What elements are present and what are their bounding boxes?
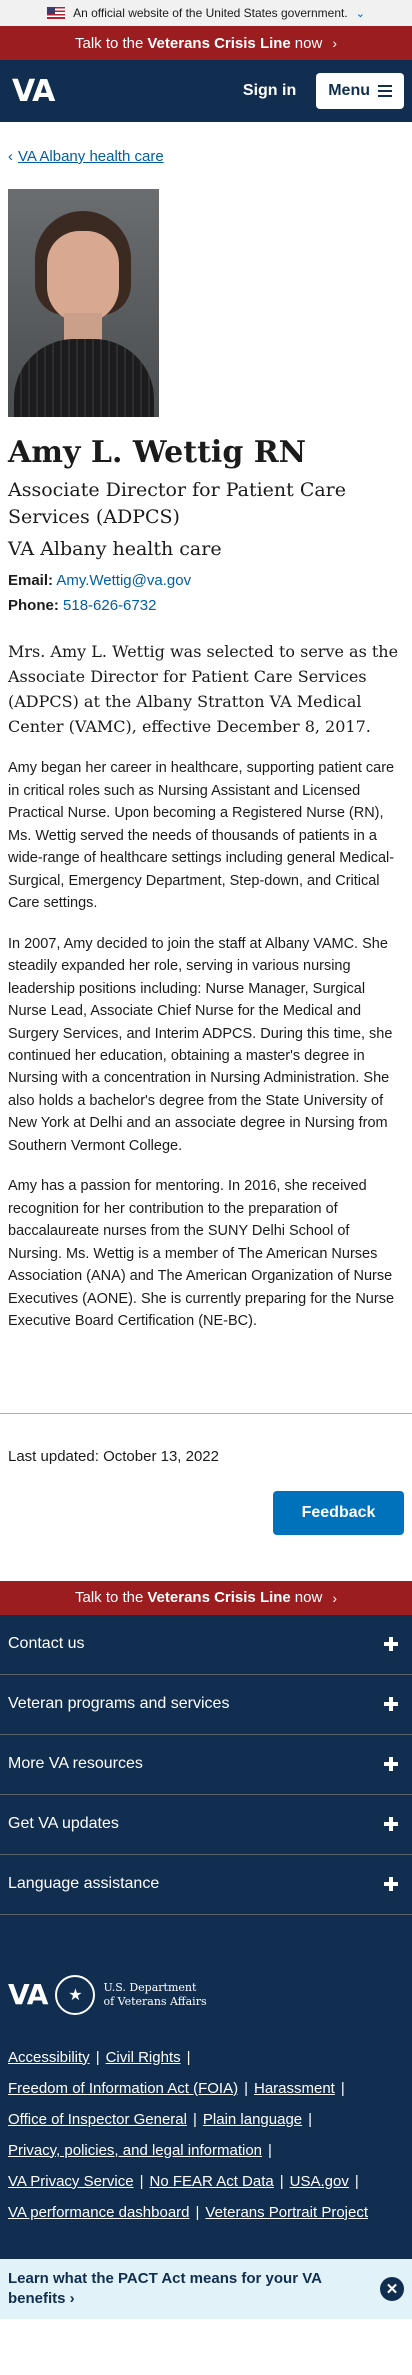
us-flag-icon [47,7,66,19]
crisis-prefix: Talk to the [75,1589,144,1607]
footer-brand[interactable]: VA ★ U.S. Department of Veterans Affairs [0,1915,412,2015]
phone-label: Phone: [8,597,59,615]
accordion-contact-us[interactable]: Contact us [0,1615,412,1675]
footer-crisis-line-banner[interactable]: Talk to the Veterans Crisis Line now › [0,1580,412,1615]
accordion-get-updates[interactable]: Get VA updates [0,1795,412,1855]
va-privacy-link[interactable]: VA Privacy Service [8,2173,134,2190]
crisis-line-name: Veterans Crisis Line [147,34,291,52]
divider [0,1412,412,1414]
department-name: U.S. Department of Veterans Affairs [103,1981,206,2007]
accordion-label: Language assistance [8,1875,160,1893]
plus-icon [384,1757,398,1772]
chevron-left-icon: ‹ [8,148,13,165]
bio-paragraph-2: In 2007, Amy decided to join the staff a… [8,935,393,1154]
accordion-label: Veteran programs and services [8,1695,230,1713]
menu-label: Menu [328,82,370,99]
privacy-link[interactable]: Privacy, policies, and legal information [8,2142,262,2159]
last-updated: Last updated: October 13, 2022 [8,1447,219,1465]
accessibility-link[interactable]: Accessibility [8,2049,90,2066]
plus-icon [384,1877,398,1892]
job-title: Associate Director for Patient Care Serv… [8,479,347,528]
pact-act-banner[interactable]: Learn what the PACT Act means for your V… [0,2258,412,2319]
plain-language-link[interactable]: Plain language [203,2111,302,2128]
breadcrumb-link[interactable]: VA Albany health care [18,148,164,165]
chevron-down-icon[interactable]: ⌄ [356,7,365,20]
foia-link[interactable]: Freedom of Information Act (FOIA) [8,2080,238,2097]
official-gov-banner[interactable]: An official website of the United States… [0,0,412,26]
department-line-1: U.S. Department [103,1981,197,1995]
crisis-line-name: Veterans Crisis Line [147,1589,291,1607]
pact-act-label: Learn what the PACT Act means for your V… [8,2270,322,2307]
accordion-language-assistance[interactable]: Language assistance [0,1855,412,1915]
close-icon[interactable]: ✕ [380,2276,404,2301]
email-row: Email: Amy.Wettig@va.gov [8,572,404,589]
crisis-line-banner[interactable]: Talk to the Veterans Crisis Line now › [0,26,412,60]
harassment-link[interactable]: Harassment [254,2080,335,2097]
chevron-right-icon: › [332,35,337,51]
va-logo[interactable]: VA [12,74,55,109]
accordion-more-resources[interactable]: More VA resources [0,1735,412,1795]
department-line-2: of Veterans Affairs [103,1994,207,2008]
feedback-button[interactable]: Feedback [273,1490,404,1535]
site-footer: Contact us Veteran programs and services… [0,1614,412,2319]
accordion-veteran-programs[interactable]: Veteran programs and services [0,1675,412,1735]
profile-photo [8,189,159,417]
bio-lead: Mrs. Amy L. Wettig was selected to serve… [8,642,399,736]
plus-icon [384,1817,398,1832]
phone-link[interactable]: 518-626-6732 [63,597,156,614]
page-title: Amy L. Wettig RN [8,435,307,470]
bio-paragraph-1: Amy began her career in healthcare, supp… [8,760,395,912]
email-label: Email: [8,572,54,590]
site-header: VA Sign in Menu [0,60,412,122]
gov-banner-text: An official website of the United States… [73,6,348,20]
performance-dashboard-link[interactable]: VA performance dashboard [8,2204,190,2221]
crisis-suffix: now [294,34,323,52]
chevron-right-icon: › [332,1589,337,1606]
pact-act-text[interactable]: Learn what the PACT Act means for your V… [8,2269,370,2308]
crisis-suffix: now [294,1589,323,1607]
va-logo: VA [8,1978,48,2012]
menu-button[interactable]: Menu [316,73,404,109]
main-content: ‹ VA Albany health care Amy L. Wettig RN… [0,148,412,1535]
bio-paragraph-3: Amy has a passion for mentoring. In 2016… [8,1178,395,1330]
facility-name: VA Albany health care [8,538,222,561]
hamburger-icon [378,85,392,97]
plus-icon [384,1697,398,1712]
portrait-project-link[interactable]: Veterans Portrait Project [205,2204,368,2221]
footer-links: Accessibility | Civil Rights | Freedom of … [8,2048,368,2221]
civil-rights-link[interactable]: Civil Rights [106,2049,181,2066]
va-seal-icon: ★ [55,1974,96,2015]
accordion-label: Contact us [8,1635,85,1653]
phone-row: Phone: 518-626-6732 [8,597,404,614]
accordion-label: More VA resources [8,1755,143,1773]
email-link[interactable]: Amy.Wettig@va.gov [56,572,191,589]
breadcrumb: ‹ VA Albany health care [8,148,404,165]
plus-icon [384,1637,398,1652]
oig-link[interactable]: Office of Inspector General [8,2111,187,2128]
usa-gov-link[interactable]: USA.gov [290,2173,349,2190]
no-fear-link[interactable]: No FEAR Act Data [150,2173,274,2190]
sign-in-link[interactable]: Sign in [243,82,296,100]
accordion-label: Get VA updates [8,1815,119,1833]
crisis-prefix: Talk to the [75,34,144,52]
